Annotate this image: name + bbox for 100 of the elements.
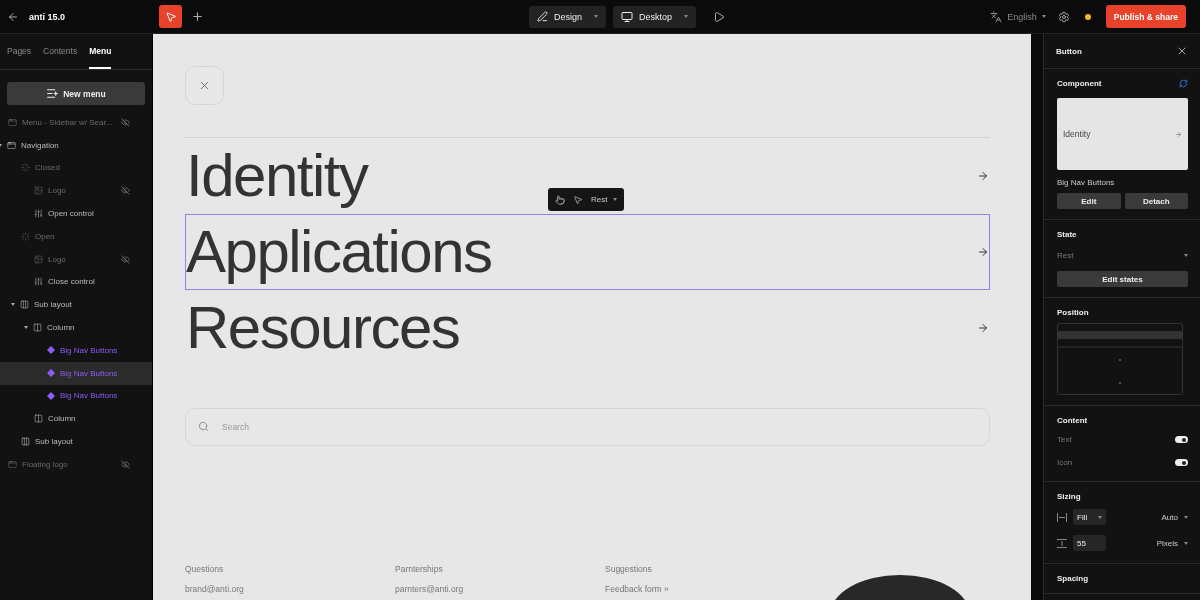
footer-heading: Questions	[185, 564, 225, 574]
arrow-right-icon	[977, 170, 989, 182]
columns-icon	[21, 437, 30, 447]
footer-link[interactable]: parnters@anti.org	[395, 584, 605, 594]
section-heading: Component	[1057, 79, 1102, 88]
language-dropdown[interactable]: English	[990, 10, 1046, 23]
footer-heading: Parnterships	[395, 564, 444, 574]
dashed-circle-icon	[21, 163, 30, 173]
columns-icon	[33, 323, 42, 333]
footer-heading: Suggestions	[605, 564, 653, 574]
layer-row[interactable]: Open control	[0, 202, 152, 225]
search-icon	[198, 421, 209, 432]
component-name: Big Nav Buttons	[1057, 178, 1116, 187]
device-dropdown[interactable]: Desktop	[613, 5, 697, 28]
footer-link[interactable]: brand@anti.org	[185, 584, 395, 594]
back-button[interactable]	[7, 10, 19, 23]
layer-row[interactable]: Floating logo	[0, 452, 152, 476]
diamond-icon	[47, 346, 55, 355]
layer-row[interactable]: Navigation	[0, 133, 152, 157]
section-heading: Spacing	[1057, 574, 1090, 583]
sidebar-tab[interactable]: Pages	[7, 34, 32, 69]
section-heading: Content	[1057, 416, 1089, 425]
columns-icon	[20, 300, 29, 310]
eye-off-icon[interactable]	[121, 117, 130, 127]
cursor-icon[interactable]	[573, 194, 583, 205]
eye-off-icon[interactable]	[121, 186, 130, 196]
add-button[interactable]	[191, 10, 204, 23]
project-title: anti 15.0	[29, 11, 66, 22]
state-dropdown[interactable]: Rest	[591, 195, 618, 204]
sidebar-tab[interactable]: Contents	[43, 34, 78, 69]
refresh-icon[interactable]	[1179, 79, 1188, 88]
diamond-icon	[47, 391, 55, 400]
nav-link[interactable]: Identity	[186, 146, 368, 206]
frame-icon	[8, 117, 17, 127]
image-icon	[34, 186, 43, 196]
pen-icon	[537, 11, 549, 22]
frame-icon	[8, 459, 17, 469]
width-mode-dropdown[interactable]: Auto	[1161, 512, 1188, 522]
publish-button[interactable]: Publish & share	[1105, 5, 1186, 28]
toggle-label: Text	[1057, 435, 1072, 444]
translate-icon	[990, 10, 1003, 23]
layer-row[interactable]: Logo	[0, 179, 152, 203]
play-button[interactable]	[713, 10, 726, 23]
toggle-label: Icon	[1057, 458, 1073, 467]
close-icon	[198, 79, 211, 92]
cursor-icon	[164, 10, 177, 23]
height-mode-dropdown[interactable]: Pixels	[1156, 538, 1188, 548]
layer-row[interactable]: Column	[0, 316, 152, 339]
component-button[interactable]: Edit	[1057, 193, 1121, 209]
eye-off-icon[interactable]	[121, 459, 130, 469]
section-heading: Position	[1057, 308, 1090, 317]
nav-link[interactable]: Applications	[186, 222, 492, 282]
layer-row[interactable]: Closed	[0, 156, 152, 180]
settings-button[interactable]	[1057, 10, 1070, 23]
width-icon	[1057, 512, 1067, 522]
width-select[interactable]: Fill	[1073, 509, 1106, 525]
height-icon	[1057, 538, 1067, 548]
eye-off-icon[interactable]	[121, 254, 130, 264]
list-plus-icon	[46, 87, 60, 100]
layer-row[interactable]: Close control	[0, 270, 152, 294]
footer-link[interactable]: Feedback form »	[605, 584, 815, 594]
frame-icon	[7, 140, 16, 150]
mode-dropdown[interactable]: Design	[529, 5, 607, 28]
height-field[interactable]: 55	[1073, 535, 1106, 551]
layer-row[interactable]: Big Nav Buttons	[0, 384, 152, 408]
diamond-icon	[47, 369, 55, 378]
hand-pointer-icon[interactable]	[555, 194, 565, 205]
arrow-right-icon	[1175, 130, 1182, 138]
dashed-circle-icon	[21, 231, 30, 241]
sidebar-tab[interactable]: Menu	[89, 34, 112, 69]
close-button[interactable]	[1176, 45, 1188, 57]
toggle-switch[interactable]	[1175, 436, 1188, 443]
sliders-icon	[34, 209, 43, 219]
layer-row[interactable]: Big Nav Buttons	[0, 338, 152, 362]
component-button[interactable]: Detach	[1124, 193, 1188, 209]
caret-icon[interactable]	[11, 303, 15, 307]
toggle-switch[interactable]	[1175, 459, 1188, 466]
layer-row[interactable]: Sub layout	[0, 430, 152, 453]
image-icon	[34, 254, 43, 264]
new-menu-button[interactable]: New menu	[7, 82, 145, 105]
panel-title: Button	[1056, 46, 1082, 56]
select-tool-button[interactable]	[159, 5, 182, 28]
nav-link[interactable]: Resources	[186, 298, 460, 358]
layer-row[interactable]: Menu - Sidebar w/ Sear...	[0, 111, 152, 134]
caret-icon[interactable]	[24, 326, 28, 330]
status-dot	[1084, 13, 1091, 20]
layer-row[interactable]: Open	[0, 225, 152, 248]
layer-row[interactable]: Sub layout	[0, 293, 152, 317]
search-field[interactable]: Search	[185, 408, 990, 446]
columns-icon	[34, 414, 43, 424]
layer-row[interactable]: Column	[0, 407, 152, 431]
arrow-right-icon	[977, 322, 989, 334]
section-heading: Sizing	[1057, 492, 1082, 501]
preview-label: Identity	[1063, 129, 1091, 139]
arrow-right-icon	[977, 246, 989, 258]
layer-row[interactable]: Logo	[0, 247, 152, 271]
monitor-icon	[621, 10, 634, 23]
section-heading: State	[1057, 230, 1078, 239]
edit-states-button[interactable]: Edit states	[1057, 271, 1188, 287]
state-select[interactable]: Rest	[1057, 245, 1188, 265]
